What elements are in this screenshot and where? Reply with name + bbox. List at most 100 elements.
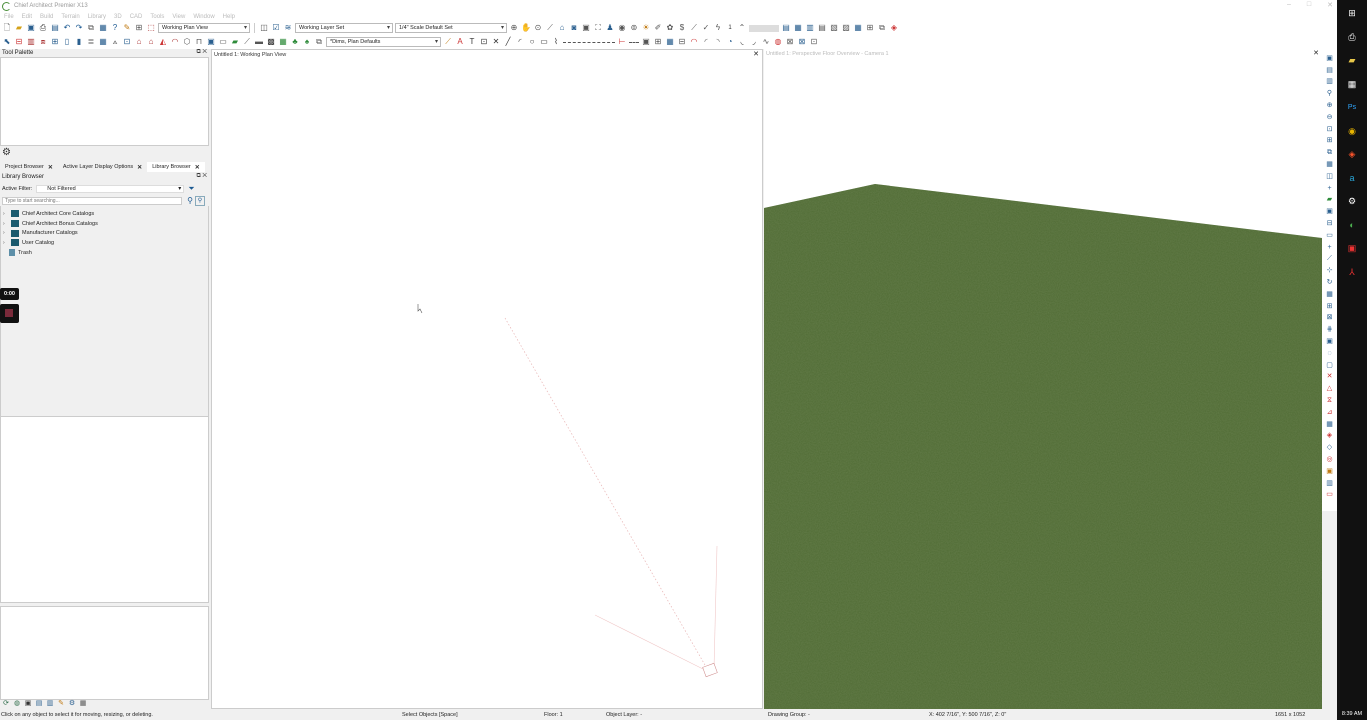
zoom-out-icon[interactable]: ⊖ [1324,112,1335,124]
photo-icon[interactable]: ▣ [581,23,591,33]
circle-icon[interactable]: ○ [527,37,537,47]
material-icon[interactable]: ✿ [665,23,675,33]
camera-2-icon[interactable]: ⧉ [877,23,887,33]
preferences-icon[interactable]: ▦ [98,23,108,33]
framing-icon[interactable]: ▦ [98,37,108,47]
tape-icon[interactable]: ⟋ [689,23,699,33]
curve-2-icon[interactable]: ◟ [737,37,747,47]
tree-icon[interactable]: ♣ [290,37,300,47]
cabinet-icon[interactable]: ▥ [26,37,36,47]
line-style[interactable] [563,41,615,43]
view-tool-22-icon[interactable]: ⊞ [1324,301,1335,313]
line-style-2[interactable] [629,41,639,43]
menu-library[interactable]: Library [88,14,106,20]
check-icon[interactable]: ✓ [701,23,711,33]
grid-1-icon[interactable]: ▤ [781,23,791,33]
acrobat-icon[interactable]: ⅄ [1345,261,1359,285]
curve-icon[interactable]: ◔ [725,37,735,47]
transform-2-icon[interactable]: ⊠ [797,37,807,47]
callout-icon[interactable]: ⊡ [479,37,489,47]
chrome-icon[interactable]: ◉ [1345,120,1359,144]
expand-arrow-icon[interactable]: › [3,211,8,217]
tree-item-trash[interactable]: Trash [0,248,210,258]
wall-icon[interactable]: ⊟ [14,37,24,47]
globe-icon[interactable]: ◍ [12,700,22,709]
view-tool-12-icon[interactable]: + [1324,183,1335,195]
room-icon[interactable]: ▯ [62,37,72,47]
layout-2-icon[interactable]: ⊡ [122,37,132,47]
view-tool-15-icon[interactable]: ⊟ [1324,218,1335,230]
plan-view-icon[interactable]: ⬚ [146,23,156,33]
arc-4-icon[interactable]: ◝ [713,37,723,47]
view-tool-1-icon[interactable]: ▣ [1324,53,1335,65]
tree-item-manufacturer-catalogs[interactable]: › Manufacturer Catalogs [0,228,210,238]
close-icon[interactable]: ✕ [48,164,53,171]
view-tool-11-icon[interactable]: ◫ [1324,171,1335,183]
sofa-icon[interactable]: ◭ [158,37,168,47]
sun-icon[interactable]: ☀ [641,23,651,33]
view-tool-25-icon[interactable]: ▣ [1324,336,1335,348]
floor-up-icon[interactable]: ⌃ [737,23,747,33]
grid-5-icon[interactable]: ▧ [829,23,839,33]
print-icon[interactable]: ⎙ [38,23,48,33]
menu-view[interactable]: View [172,14,185,20]
camera-icon[interactable]: ◙ [569,23,579,33]
catalog-icon[interactable]: ▤ [34,700,44,709]
spline-icon[interactable]: ∿ [761,37,771,47]
transform-3-icon[interactable]: ⊡ [809,37,819,47]
polyline-icon[interactable]: ⌇ [551,37,561,47]
close-icon[interactable]: ✕ [753,50,759,58]
view-tool-32-icon[interactable]: ▦ [1324,419,1335,431]
gear-icon[interactable]: ⚙ [2,147,11,158]
column-icon[interactable]: ▮ [74,37,84,47]
window-icon[interactable]: ⊞ [50,37,60,47]
blocks-icon[interactable]: ▣ [206,37,216,47]
new-file-icon[interactable]: 🗋 [2,23,12,33]
line-icon[interactable]: ╱ [503,37,513,47]
select-icon[interactable]: ⬉ [2,37,12,47]
layer-display-icon[interactable]: ◫ [259,23,269,33]
plan-canvas[interactable] [212,59,764,709]
walkthrough-icon[interactable]: ⛶ [593,23,603,33]
grid-3-icon[interactable]: ▥ [805,23,815,33]
tree-item-user-catalog[interactable]: › User Catalog [0,238,210,248]
arc-2-icon[interactable]: ◠ [689,37,699,47]
perspective-view-window[interactable]: Untitled 1: Perspective Floor Overview -… [764,49,1322,709]
terrain-icon[interactable]: ▰ [230,37,240,47]
stairs-2-icon[interactable]: ⊓ [194,37,204,47]
curve-3-icon[interactable]: ◞ [749,37,759,47]
fill-window-icon[interactable]: ⊡ [1324,124,1335,136]
view-tool-16-icon[interactable]: ▭ [1324,230,1335,242]
scale-combo[interactable]: 1/4" Scale Default Set [395,23,507,33]
view-tool-14-icon[interactable]: ▣ [1324,206,1335,218]
menu-build[interactable]: Build [40,14,53,20]
menu-terrain[interactable]: Terrain [61,14,79,20]
edit-icon[interactable]: ✎ [122,23,132,33]
tab-active-layer-display-options[interactable]: Active Layer Display Options ✕ [58,162,147,172]
ruler-icon[interactable]: ⟋ [545,23,555,33]
printer-icon[interactable]: ⎙ [1345,26,1359,50]
layer-stack-icon[interactable]: ≋ [283,23,293,33]
view-tool-27-icon[interactable]: ▢ [1324,360,1335,372]
orbit-icon[interactable]: ⊚ [629,23,639,33]
layer-check-icon[interactable]: ☑ [271,23,281,33]
save-icon[interactable]: ▣ [26,23,36,33]
view-tool-36-icon[interactable]: ▣ [1324,466,1335,478]
text-icon[interactable]: T [467,37,477,47]
library-search-input[interactable] [2,197,182,205]
close-window-button[interactable]: ✕ [1327,1,1333,9]
copy-icon[interactable]: ⧉ [86,23,96,33]
view-tool-13-icon[interactable]: ▰ [1324,195,1335,207]
expand-arrow-icon[interactable]: › [3,221,8,227]
arc-icon[interactable]: ◜ [515,37,525,47]
view-tool-4-icon[interactable]: ⚲ [1324,88,1335,100]
calculator-icon[interactable]: ▦ [1345,73,1359,97]
view-tool-29-icon[interactable]: △ [1324,383,1335,395]
tree-item-core-catalogs[interactable]: › Chief Architect Core Catalogs [0,209,210,219]
app-a-icon[interactable]: a [1345,167,1359,191]
cube-icon[interactable]: ⬡ [182,37,192,47]
view-tool-17-icon[interactable]: + [1324,242,1335,254]
pencil-icon[interactable]: ✐ [653,23,663,33]
advanced-search-icon[interactable]: ⚲ [195,196,205,206]
roof-icon[interactable]: ⟑ [110,37,120,47]
